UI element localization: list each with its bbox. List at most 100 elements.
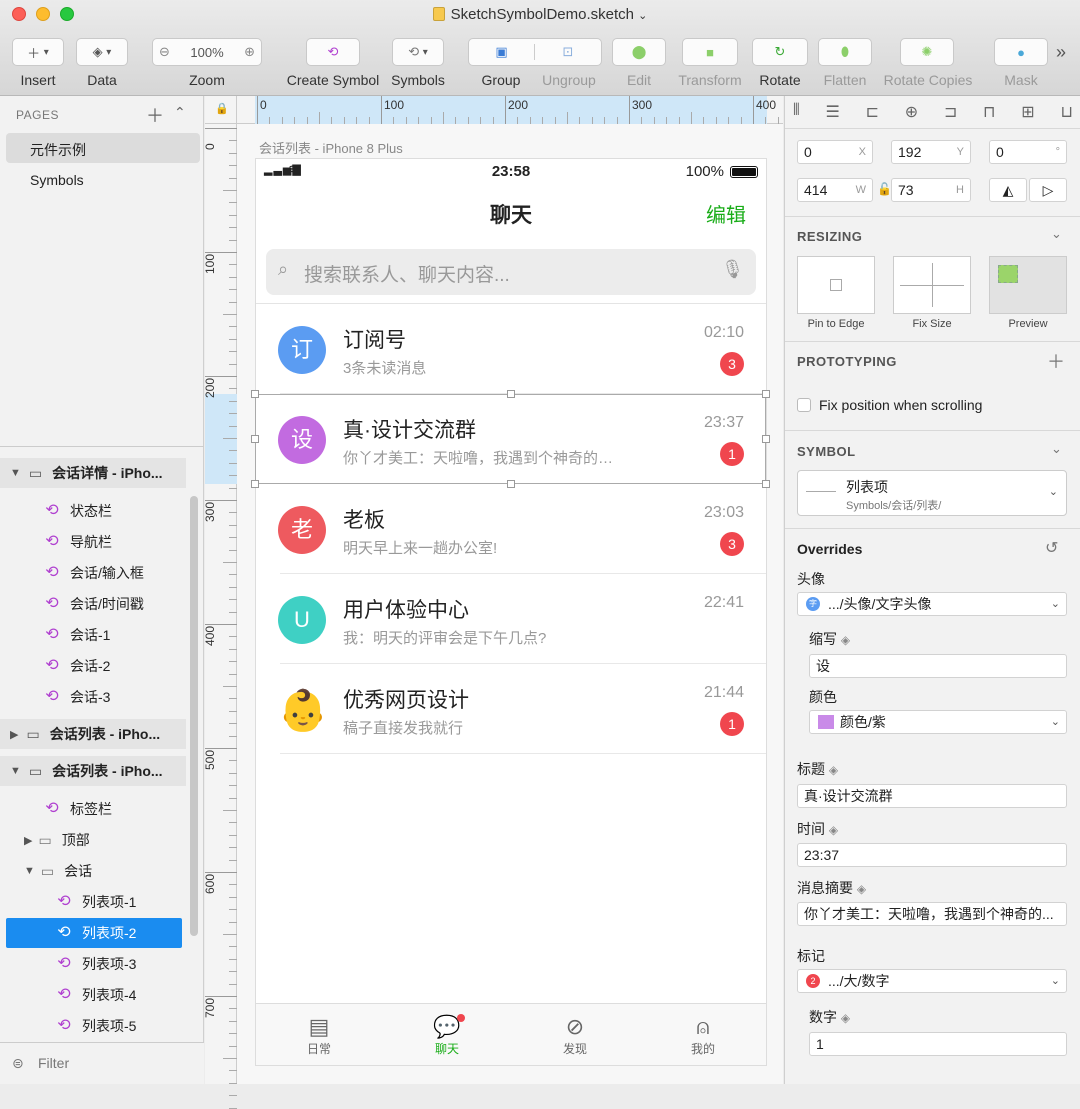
align-center-icon[interactable]: ⊕ bbox=[905, 102, 918, 122]
zoom-out-icon[interactable]: ⊖ bbox=[159, 44, 170, 60]
align-right-icon[interactable]: ⊐ bbox=[944, 102, 957, 122]
resize-handle[interactable] bbox=[251, 390, 259, 398]
avatar-override-select[interactable]: 字 .../头像/文字头像 ⌄ bbox=[797, 592, 1067, 616]
collapse-pages-icon[interactable]: ⌃ bbox=[174, 104, 186, 121]
zoom-control[interactable]: ⊖ 100% ⊕ bbox=[152, 38, 262, 66]
layer-group-top[interactable]: ▶ ▭ 顶部 bbox=[0, 825, 190, 855]
resize-handle[interactable] bbox=[251, 480, 259, 488]
layer-item[interactable]: ⟲ 状态栏 bbox=[0, 496, 190, 526]
tab-chat[interactable]: 💬 聊天 bbox=[407, 1014, 487, 1057]
layer-list-item[interactable]: ⟲ 列表项-3 bbox=[6, 949, 182, 979]
layer-artboard-chat-list-1[interactable]: ▶ ▭ 会话列表 - iPho... bbox=[0, 719, 186, 749]
fix-position-checkbox[interactable] bbox=[797, 398, 811, 412]
filter-icon[interactable]: ⊜ bbox=[12, 1055, 24, 1072]
layer-tabbar[interactable]: ⟲ 标签栏 bbox=[0, 794, 190, 824]
distribute-horizontal-icon[interactable]: ⫴ bbox=[793, 102, 800, 122]
transform-button[interactable]: ■ bbox=[682, 38, 738, 66]
layer-group-chats[interactable]: ▼ ▭ 会话 bbox=[0, 856, 190, 886]
layer-item[interactable]: ⟲ 会话-2 bbox=[0, 651, 190, 681]
summary-override-input[interactable]: 你丫才美工：天啦噜，我遇到个神奇的... bbox=[797, 902, 1067, 926]
rotation-field[interactable]: 0 ° bbox=[989, 140, 1067, 164]
mask-button[interactable]: ● bbox=[994, 38, 1048, 66]
disclosure-open-icon[interactable]: ▼ bbox=[10, 467, 21, 479]
layer-list-item[interactable]: ⟲ 列表项-5 bbox=[6, 1011, 182, 1041]
x-field[interactable]: 0X bbox=[797, 140, 873, 164]
abbr-override-input[interactable]: 设 bbox=[809, 654, 1067, 678]
tab-me[interactable]: ⍝ 我的 bbox=[663, 1014, 743, 1057]
time-override-input[interactable]: 23:37 bbox=[797, 843, 1067, 867]
lock-ratio-icon[interactable]: 🔓 bbox=[877, 182, 892, 196]
mark-override-select[interactable]: 2 .../大/数字 ⌄ bbox=[797, 969, 1067, 993]
toolbar-overflow-icon[interactable]: » bbox=[1056, 42, 1066, 63]
data-button[interactable]: ◈ ▾ bbox=[76, 38, 128, 66]
layer-item[interactable]: ⟲ 会话-1 bbox=[0, 620, 190, 650]
layer-item[interactable]: ⟲ 导航栏 bbox=[0, 527, 190, 557]
add-prototype-icon[interactable]: ＋ bbox=[1047, 348, 1065, 374]
reset-overrides-icon[interactable]: ↺ bbox=[1045, 538, 1058, 558]
disclosure-closed-icon[interactable]: ▶ bbox=[10, 728, 18, 741]
rotate-copies-button[interactable]: ✺ bbox=[900, 38, 954, 66]
horizontal-ruler[interactable]: 0 100 200 300 400 bbox=[237, 96, 866, 124]
layer-artboard-chat-detail[interactable]: ▼ ▭ 会话详情 - iPho... bbox=[0, 458, 186, 488]
title-override-input[interactable]: 真·设计交流群 bbox=[797, 784, 1067, 808]
pin-to-edge-widget[interactable] bbox=[797, 256, 875, 314]
layer-item[interactable]: ⟲ 会话-3 bbox=[0, 682, 190, 712]
page-item-symbols[interactable]: Symbols bbox=[30, 172, 84, 188]
chat-list-item[interactable]: 老老板 明天早上来一趟办公室! 23:03 3 bbox=[256, 484, 766, 574]
height-field[interactable]: 73 H bbox=[891, 178, 971, 202]
rotate-button[interactable]: ↻ bbox=[752, 38, 808, 66]
artboard-chat-list[interactable]: ▂▃▅▇ ≋ 23:58 100% 聊天 编辑 ⌕ 搜索联系人、聊天内容... … bbox=[251, 158, 770, 1066]
microphone-icon[interactable]: 🎙 bbox=[721, 259, 744, 280]
layer-item[interactable]: ⟲ 会话/输入框 bbox=[0, 558, 190, 588]
window-title[interactable]: SketchSymbolDemo.sketch ⌄ bbox=[0, 6, 1080, 23]
tab-discover[interactable]: ⊘ 发现 bbox=[535, 1014, 615, 1057]
chat-list-item[interactable]: 👶 优秀网页设计 稿子直接发我就行 21:44 1 bbox=[256, 664, 766, 754]
layer-artboard-chat-list-2[interactable]: ▼ ▭ 会话列表 - iPho... bbox=[0, 756, 186, 786]
chat-list-item[interactable]: 订订阅号 3条未读消息 02:10 3 bbox=[256, 304, 766, 394]
y-field[interactable]: 192 Y bbox=[891, 140, 971, 164]
disclosure-open-icon[interactable]: ▼ bbox=[10, 765, 21, 777]
tab-daily[interactable]: ▤ 日常 bbox=[279, 1014, 359, 1057]
layers-scrollbar[interactable] bbox=[190, 496, 198, 936]
add-page-icon[interactable]: ＋ bbox=[146, 102, 164, 128]
search-bar[interactable]: ⌕ 搜索联系人、聊天内容... 🎙 bbox=[266, 249, 756, 295]
layer-list-item[interactable]: ⟲ 列表项-1 bbox=[6, 887, 182, 917]
disclosure-open-icon[interactable]: ▼ bbox=[24, 865, 35, 877]
resize-handle[interactable] bbox=[251, 435, 259, 443]
resize-handle[interactable] bbox=[507, 480, 515, 488]
chevron-down-icon[interactable]: ⌄ bbox=[1051, 226, 1062, 242]
symbol-select[interactable]: 列表项 Symbols/会话/列表/ ⌄ bbox=[797, 470, 1067, 516]
disclosure-closed-icon[interactable]: ▶ bbox=[24, 834, 32, 847]
chat-list-item[interactable]: U 用户体验中心 我：明天的评审会是下午几点? 22:41 bbox=[256, 574, 766, 664]
resize-handle[interactable] bbox=[762, 480, 770, 488]
edit-button[interactable]: ⬤ bbox=[612, 38, 666, 66]
ungroup-icon[interactable]: ⊡ bbox=[535, 44, 601, 60]
filter-input[interactable]: Filter bbox=[38, 1055, 69, 1071]
lock-icon[interactable]: 🔒 bbox=[215, 102, 229, 115]
layer-list-item[interactable]: ⟲ 列表项-2 bbox=[6, 918, 182, 948]
artboard-label[interactable]: 会话列表 - iPhone 8 Plus bbox=[259, 138, 403, 157]
align-top-icon[interactable]: ⊓ bbox=[983, 102, 995, 122]
layer-item[interactable]: ⟲ 会话/时间戳 bbox=[0, 589, 190, 619]
width-field[interactable]: 414 W bbox=[797, 178, 873, 202]
align-left-icon[interactable]: ⊏ bbox=[866, 102, 879, 122]
resize-handle[interactable] bbox=[762, 390, 770, 398]
zoom-in-icon[interactable]: ⊕ bbox=[244, 44, 255, 60]
distribute-vertical-icon[interactable]: ☰ bbox=[825, 102, 839, 122]
chevron-down-icon[interactable]: ⌄ bbox=[1051, 441, 1062, 457]
group-ungroup-control[interactable]: ▣ ⊡ bbox=[468, 38, 602, 66]
create-symbol-button[interactable]: ⟲ bbox=[306, 38, 360, 66]
number-override-input[interactable]: 1 bbox=[809, 1032, 1067, 1056]
vertical-ruler[interactable]: 0 100 200 300 400 500 600 700 bbox=[203, 124, 237, 1109]
nav-edit-button[interactable]: 编辑 bbox=[706, 199, 746, 228]
flip-horizontal-button[interactable]: ◭ bbox=[989, 178, 1027, 202]
canvas[interactable]: 🔒 0 100 200 300 400 0 100 200 300 400 500 600 700 会… bbox=[203, 96, 866, 1109]
insert-button[interactable]: ＋ ▾ bbox=[12, 38, 64, 66]
flatten-button[interactable]: ⬮ bbox=[818, 38, 872, 66]
align-bottom-icon[interactable]: ⊔ bbox=[1060, 102, 1072, 122]
page-item-examples[interactable]: 元件示例 bbox=[30, 140, 86, 160]
fix-size-widget[interactable] bbox=[893, 256, 971, 314]
group-icon[interactable]: ▣ bbox=[469, 44, 535, 60]
align-middle-icon[interactable]: ⊞ bbox=[1021, 102, 1034, 122]
resize-handle[interactable] bbox=[762, 435, 770, 443]
